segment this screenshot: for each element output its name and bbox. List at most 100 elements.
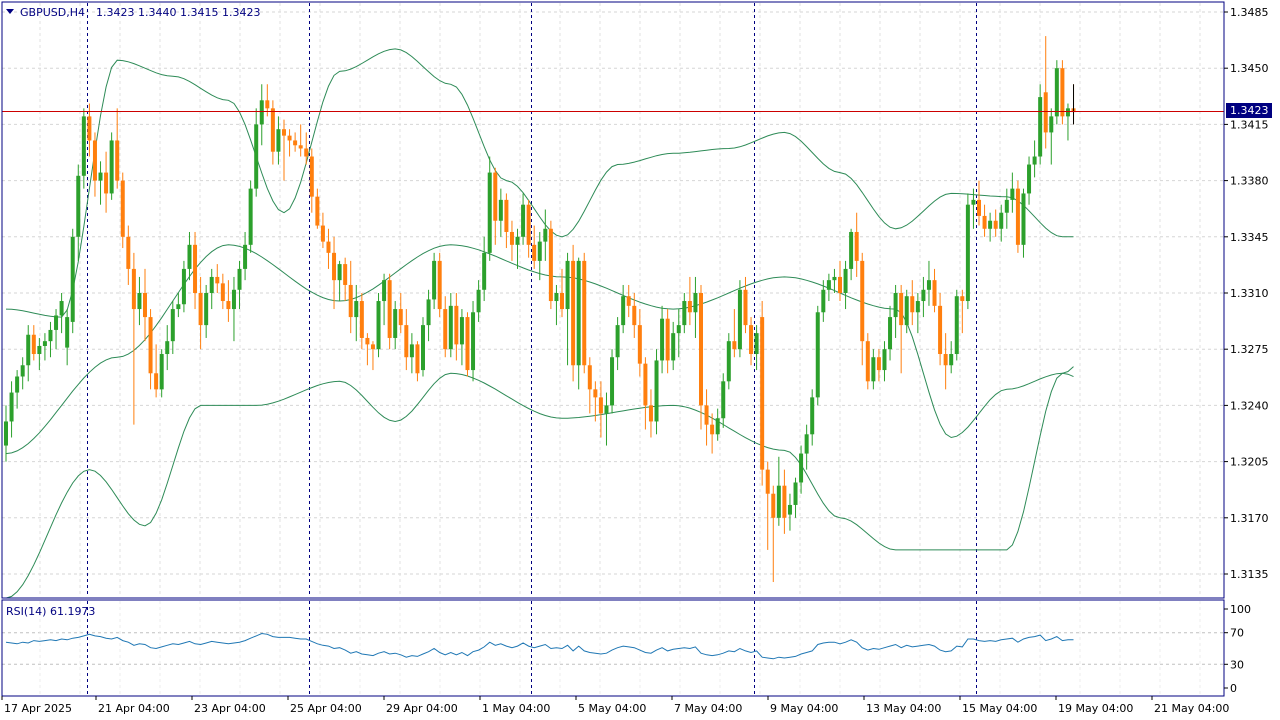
bear-candle[interactable] xyxy=(120,172,125,249)
candle-body xyxy=(482,252,487,290)
candle-body xyxy=(921,289,926,302)
bear-candle[interactable] xyxy=(571,244,576,382)
bull-candle[interactable] xyxy=(610,349,615,414)
candle-body xyxy=(793,482,798,505)
bull-candle[interactable] xyxy=(954,289,959,361)
time-tick-label: 15 May 04:00 xyxy=(962,702,1037,715)
candle-body xyxy=(977,199,981,216)
candle-body xyxy=(821,289,826,313)
bear-candle[interactable] xyxy=(437,252,442,318)
bull-candle[interactable] xyxy=(1054,60,1059,125)
candle-body xyxy=(737,289,742,350)
candle-body xyxy=(198,293,203,326)
candle-body xyxy=(282,129,286,136)
candle-body xyxy=(843,268,848,293)
candle-body xyxy=(465,317,470,371)
candle-body xyxy=(304,148,309,157)
candle-body xyxy=(960,296,965,302)
candle-body xyxy=(582,260,587,366)
time-tick-label: 19 May 04:00 xyxy=(1058,702,1133,715)
candle-body xyxy=(498,199,503,221)
bull-candle[interactable] xyxy=(70,228,75,334)
candle-body xyxy=(832,276,837,281)
bear-candle[interactable] xyxy=(582,252,587,374)
candle-body xyxy=(187,244,192,269)
candle-body xyxy=(426,299,431,326)
price-tick-label: 1.3135 xyxy=(1230,568,1269,581)
candle-body xyxy=(965,204,970,302)
bull-candle[interactable] xyxy=(815,305,820,406)
candle-body xyxy=(682,301,687,326)
candle-body xyxy=(782,485,787,518)
candle-body xyxy=(9,392,14,422)
candle-body xyxy=(109,140,114,194)
bear-candle[interactable] xyxy=(865,333,870,390)
candle-body xyxy=(509,231,514,245)
candle-body xyxy=(332,252,337,281)
candle-body xyxy=(587,365,592,390)
candle-body xyxy=(421,325,425,371)
bull-candle[interactable] xyxy=(376,293,381,358)
chart-canvas[interactable]: 1.3485 1.3450 1.3415 1.3380 1.3345 1.3310 1.32… xyxy=(0,0,1280,720)
candle-body xyxy=(787,504,792,515)
bull-candle[interactable] xyxy=(726,333,731,390)
bull-candle[interactable] xyxy=(421,317,425,377)
candle-body xyxy=(910,296,915,313)
candle-body xyxy=(999,212,1004,229)
bull-candle[interactable] xyxy=(471,301,476,382)
candle-body xyxy=(287,135,292,141)
candle-body xyxy=(415,344,420,374)
candle-body xyxy=(932,280,937,306)
candle-body xyxy=(209,276,214,293)
candle-body xyxy=(20,365,25,377)
candle-body xyxy=(621,296,626,326)
candle-body xyxy=(148,317,153,374)
candle-body xyxy=(1065,108,1070,117)
time-tick-label: 21 Apr 04:00 xyxy=(98,702,170,715)
candle-body xyxy=(882,349,887,371)
candle-body xyxy=(215,276,220,284)
candle-body xyxy=(537,241,542,261)
bear-candle[interactable] xyxy=(387,273,392,350)
candle-body xyxy=(971,199,976,205)
bull-candle[interactable] xyxy=(737,280,742,358)
bear-candle[interactable] xyxy=(548,220,553,310)
bear-candle[interactable] xyxy=(465,312,470,377)
candle-body xyxy=(1021,193,1026,245)
bear-candle[interactable] xyxy=(1060,60,1065,125)
bear-candle[interactable] xyxy=(760,301,765,486)
candle-body xyxy=(754,333,759,355)
candle-body xyxy=(315,196,320,226)
candle-body xyxy=(437,260,442,310)
candle-body xyxy=(993,220,998,229)
candle-body xyxy=(521,204,526,237)
candle-body xyxy=(176,304,181,310)
price-tick-label: 1.3205 xyxy=(1230,456,1269,469)
candle-body xyxy=(888,317,893,350)
candle-body xyxy=(154,373,159,390)
candle-body xyxy=(915,301,920,313)
candle-body xyxy=(865,341,870,382)
price-tag-label: 1.3423 xyxy=(1230,104,1269,117)
candle-body xyxy=(632,305,637,326)
bull-candle[interactable] xyxy=(109,132,114,200)
candle-body xyxy=(893,293,898,318)
candle-body xyxy=(560,293,564,310)
candle-body xyxy=(954,296,959,355)
chart-header[interactable]: GBPUSD,H4 1.3423 1.3440 1.3415 1.3423 xyxy=(6,6,260,19)
bull-candle[interactable] xyxy=(965,193,970,310)
bear-candle[interactable] xyxy=(1015,180,1020,253)
candle-body xyxy=(643,363,648,406)
bull-candle[interactable] xyxy=(248,180,253,253)
candle-body xyxy=(904,296,909,326)
candle-body xyxy=(671,333,676,361)
candle-body xyxy=(548,228,553,302)
candle-body xyxy=(871,357,876,382)
candle-body xyxy=(571,260,576,366)
candle-body xyxy=(988,220,993,229)
candle-body xyxy=(493,172,498,221)
candle-body xyxy=(1004,199,1009,213)
candle-body xyxy=(732,341,737,350)
candle-body xyxy=(92,140,97,181)
candle-body xyxy=(387,280,392,338)
